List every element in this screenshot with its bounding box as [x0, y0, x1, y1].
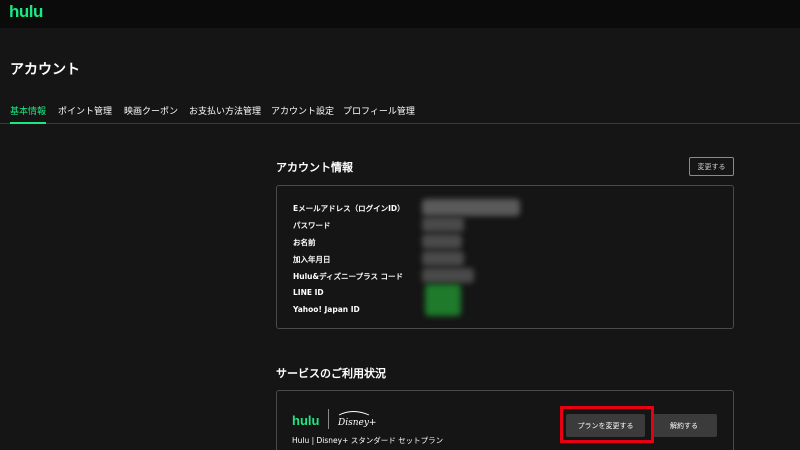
- account-tabs: 基本情報 ポイント管理 映画クーポン お支払い方法管理 アカウント設定 プロフィ…: [0, 104, 800, 124]
- field-label-join-date: 加入年月日: [293, 255, 331, 264]
- field-label-email: Eメールアドレス（ログインID）: [293, 204, 405, 213]
- tab-movie-coupons[interactable]: 映画クーポン: [124, 104, 178, 123]
- hulu-logo[interactable]: hulu: [9, 2, 43, 22]
- field-label-name: お名前: [293, 238, 316, 247]
- logo-divider: [328, 409, 329, 429]
- disney-plus-logo: Disney+: [337, 411, 376, 428]
- field-label-code: Hulu&ディズニープラス コード: [293, 272, 404, 281]
- edit-account-button[interactable]: 変更する: [689, 157, 734, 176]
- blurred-password-value: [422, 217, 464, 232]
- page-title: アカウント: [10, 62, 80, 78]
- svg-text:Disney+: Disney+: [337, 418, 376, 428]
- tab-account-settings[interactable]: アカウント設定: [271, 104, 334, 123]
- field-label-yahoo-id: Yahoo! Japan ID: [293, 305, 360, 314]
- highlight-box: [560, 406, 654, 443]
- tab-profile-management[interactable]: プロフィール管理: [343, 104, 415, 123]
- cancel-subscription-button[interactable]: 解約する: [651, 414, 717, 437]
- blurred-line-yahoo-value: [425, 284, 461, 316]
- blurred-email-value: [422, 199, 520, 216]
- service-status-title: サービスのご利用状況: [276, 367, 386, 380]
- account-info-title: アカウント情報: [276, 161, 353, 174]
- tab-basic-info[interactable]: 基本情報: [10, 104, 47, 124]
- blurred-name-value: [422, 234, 462, 249]
- tab-points[interactable]: ポイント管理: [58, 104, 112, 123]
- blurred-code-value: [422, 268, 474, 283]
- field-label-password: パスワード: [293, 221, 331, 230]
- field-label-line-id: LINE ID: [293, 288, 324, 297]
- plan-name: Hulu | Disney+ スタンダード セットプラン: [292, 436, 444, 445]
- top-bar: hulu: [0, 0, 800, 28]
- account-info-panel: Eメールアドレス（ログインID） パスワード お名前 加入年月日 Hulu&ディ…: [276, 185, 734, 329]
- hulu-service-logo: hulu: [292, 413, 320, 428]
- tab-payment-methods[interactable]: お支払い方法管理: [189, 104, 261, 123]
- blurred-join-date-value: [422, 251, 464, 266]
